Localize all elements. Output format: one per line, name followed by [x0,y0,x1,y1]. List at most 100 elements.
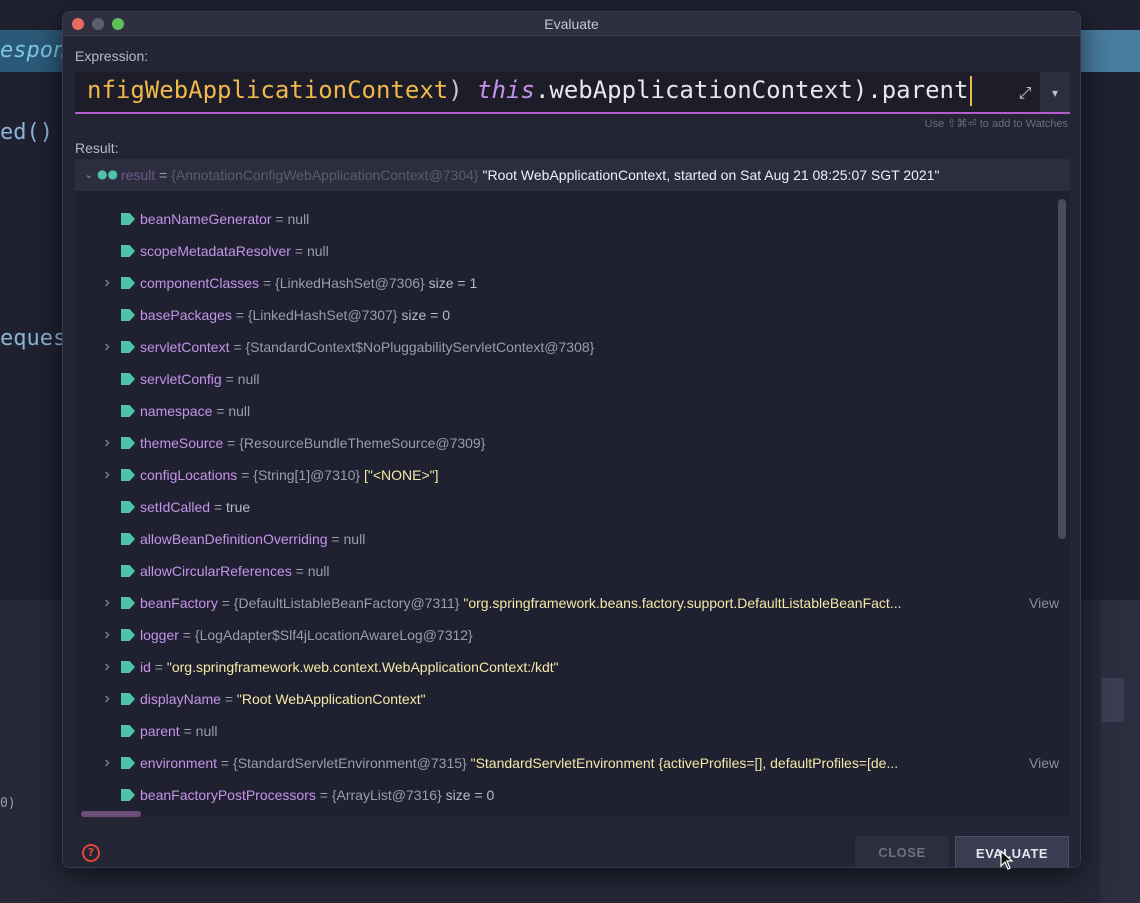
chevron-right-icon[interactable]: › [101,683,113,715]
field-tag-icon [121,405,135,417]
chevron-right-icon[interactable]: › [101,459,113,491]
tree-row[interactable]: allowCircularReferences = null [75,555,1070,587]
background-right-highlight [1080,30,1140,72]
expression-rest: .webApplicationContext).parent [534,76,969,104]
title-bar[interactable]: Evaluate [63,12,1080,36]
tree-row[interactable]: beanFactoryPostProcessors = {ArrayList@7… [75,779,1070,811]
help-icon[interactable]: ? [82,844,100,862]
field-name: logger [140,627,179,643]
chevron-right-icon[interactable]: › [101,651,113,683]
field-type: {StandardContext$NoPluggabilityServletCo… [245,339,595,355]
field-tag-icon [121,373,135,385]
field-type: null [195,723,218,739]
horizontal-scrollbar[interactable] [81,811,141,817]
tree-row[interactable]: › componentClasses = {LinkedHashSet@7306}… [75,267,1070,299]
background-right-tab[interactable] [1102,678,1124,722]
tree-row[interactable]: beanNameGenerator = null [75,203,1070,235]
mouse-pointer-icon [1000,850,1014,870]
history-dropdown-button[interactable]: ▾ [1040,72,1070,112]
chevron-right-icon[interactable]: › [101,267,113,299]
field-name: setIdCalled [140,499,211,515]
field-tag-icon [121,469,135,481]
field-eq: = [217,755,234,771]
field-tag-icon [121,501,135,513]
field-type: null [343,531,366,547]
field-eq: = [259,275,276,291]
field-tag-icon [121,437,135,449]
field-name: componentClasses [140,275,260,291]
field-eq: = [179,723,196,739]
result-tree[interactable]: ⌄ ●● result = {AnnotationConfigWebApplic… [75,159,1070,817]
field-tag-icon [121,533,135,545]
tree-row[interactable]: › displayName = "Root WebApplicationConte… [75,683,1070,715]
field-name: themeSource [140,435,224,451]
expression-text[interactable]: nfigWebApplicationContext) this.webAppli… [87,76,973,106]
tree-row[interactable]: › logger = {LogAdapter$Slf4jLocationAware… [75,619,1070,651]
field-tag-icon [121,565,135,577]
tree-row[interactable]: › id = "org.springframework.web.context.W… [75,651,1070,683]
close-button[interactable]: CLOSE [855,836,949,867]
tree-row[interactable]: basePackages = {LinkedHashSet@7307} size… [75,299,1070,331]
tree-row[interactable]: parent = null [75,715,1070,747]
field-eq: = [291,563,308,579]
watches-hint: Use ⇧⌘⏎ to add to Watches [924,118,1068,130]
chevron-right-icon[interactable]: › [101,747,113,779]
field-name: beanFactoryPostProcessors [140,787,316,803]
chevron-right-icon[interactable]: › [101,331,113,363]
field-name: displayName [140,691,221,707]
field-name: id [140,659,151,675]
field-type: {LinkedHashSet@7307} [247,307,398,323]
field-eq: = [178,627,195,643]
tree-row[interactable]: servletConfig = null [75,363,1070,395]
expression-label: Expression: [75,48,149,64]
field-name: environment [140,755,218,771]
background-code-line-1: espon [0,38,67,63]
vertical-scrollbar[interactable] [1058,199,1066,539]
tree-row[interactable]: › configLocations = {String[1]@7310} ["<N… [75,459,1070,491]
field-name: allowBeanDefinitionOverriding [140,531,328,547]
field-eq: = [217,595,234,611]
dialog-title: Evaluate [544,16,599,32]
tree-row[interactable]: › environment = {StandardServletEnvironme… [75,747,1070,779]
tree-row[interactable]: namespace = null [75,395,1070,427]
field-eq: = [212,403,229,419]
field-tag-icon [121,277,135,289]
field-type: {LogAdapter$Slf4jLocationAwareLog@7312} [194,627,473,643]
tree-row[interactable]: scopeMetadataResolver = null [75,235,1070,267]
field-type: null [307,563,330,579]
expression-input[interactable]: nfigWebApplicationContext) this.webAppli… [75,72,1070,114]
field-eq: = [220,691,237,707]
result-root-row[interactable]: ⌄ ●● result = {AnnotationConfigWebApplic… [75,159,1070,191]
field-name: beanNameGenerator [140,211,272,227]
field-eq: = [210,499,227,515]
result-eq: = [155,167,172,183]
tree-row[interactable]: startupDate = 1629505507744 [75,811,1070,817]
field-string-value: "Root WebApplicationContext" [236,691,426,707]
view-link[interactable]: View [1029,587,1059,619]
field-tag-icon [121,213,135,225]
tree-row[interactable]: allowBeanDefinitionOverriding = null [75,523,1070,555]
chevron-right-icon[interactable]: › [101,587,113,619]
chevron-down-icon[interactable]: ⌄ [83,169,95,181]
field-tag-icon [121,341,135,353]
tree-row[interactable]: › servletContext = {StandardContext$NoPlu… [75,331,1070,363]
chevron-right-icon[interactable]: › [101,427,113,459]
field-eq: = [315,787,332,803]
field-tag-icon [121,597,135,609]
field-eq: = [290,243,307,259]
chevron-right-icon[interactable]: › [101,619,113,651]
expression-type: nfigWebApplicationContext [87,76,449,104]
field-eq: = [229,339,246,355]
view-link[interactable]: View [1029,747,1059,779]
evaluate-dialog: Evaluate Expression: nfigWebApplicationC… [62,11,1081,868]
tree-row[interactable]: setIdCalled = true [75,491,1070,523]
tree-row[interactable]: › themeSource = {ResourceBundleThemeSourc… [75,427,1070,459]
field-type: null [287,211,310,227]
field-tag-icon [121,693,135,705]
field-type: {DefaultListableBeanFactory@7311} [233,595,460,611]
tree-row[interactable]: › beanFactory = {DefaultListableBeanFacto… [75,587,1070,619]
field-string-value: "StandardServletEnvironment {activeProfi… [466,755,899,771]
field-extra: size = 1 [424,275,478,291]
expand-icon[interactable]: ⤢ [1013,81,1037,105]
field-type: {LinkedHashSet@7306} [275,275,425,291]
